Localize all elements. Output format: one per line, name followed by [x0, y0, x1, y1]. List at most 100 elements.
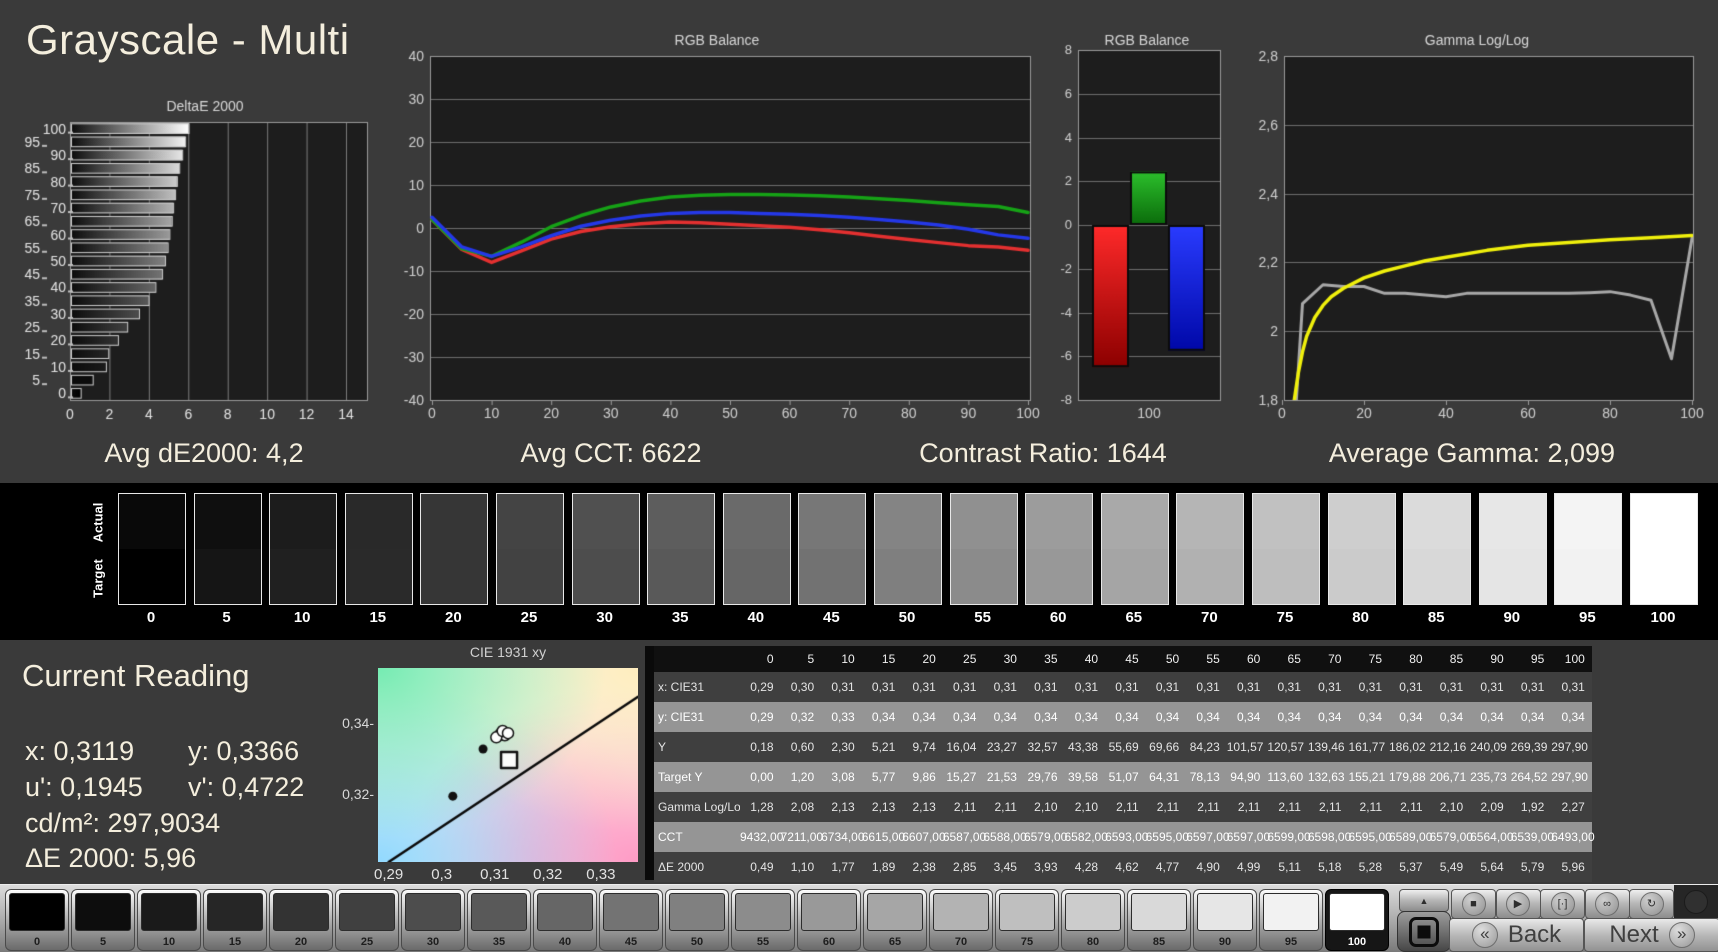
table-cell: 0,18 [750, 740, 774, 754]
gray-patch-button-80[interactable]: 80 [1061, 889, 1125, 951]
table-cell: 5,79 [1520, 860, 1545, 874]
patch-label: 90 [1218, 936, 1232, 948]
table-cell: 6593,00 [1105, 830, 1149, 844]
patch-label: 65 [888, 936, 902, 948]
patch-label: 70 [954, 936, 968, 948]
swatch-level-label: 10 [293, 609, 311, 626]
table-cell: 0,31 [953, 680, 977, 694]
grayscale-swatch-30 [571, 493, 640, 605]
table-cell: 6579,00 [1023, 830, 1068, 844]
table-row-label: ΔE 2000 [658, 860, 705, 874]
table-cell: 161,77 [1348, 740, 1386, 754]
gray-patch-button-100[interactable]: 100 [1325, 889, 1389, 951]
table-header-row: 0 5 10 15 20 25 30 35 40 45 50 55 60 65 70 75 80 85 90 95 10… [654, 646, 1592, 672]
patch-swatch [273, 893, 329, 931]
current-reading-heading: Current Reading [22, 658, 250, 693]
table-cell: 6607,00 [902, 830, 946, 844]
swatch-level-label: 100 [1650, 609, 1676, 626]
table-cell: 2,27 [1561, 800, 1585, 814]
target-label: Target [90, 559, 106, 598]
table-cell: 0,34 [1520, 710, 1545, 724]
swatch-level-label: 75 [1276, 609, 1294, 626]
continuous-measure-button[interactable]: ∞ [1584, 889, 1630, 919]
table-cell: 3,93 [1034, 860, 1058, 874]
table-cell: 139,46 [1307, 740, 1345, 754]
table-cell: 0,31 [1439, 680, 1464, 694]
gray-patch-button-45[interactable]: 45 [599, 889, 663, 951]
gray-patch-button-10[interactable]: 10 [137, 889, 201, 951]
swatch-level-label: 0 [146, 609, 156, 626]
rgb-balance-line-chart [380, 28, 1040, 428]
table-cell: 2,13 [831, 800, 855, 814]
table-cell: 0,60 [790, 740, 815, 754]
table-cell: 5,18 [1318, 860, 1342, 874]
table-cell: 0,31 [1318, 680, 1342, 694]
patch-swatch [801, 893, 857, 931]
next-chevron-icon: » [1668, 922, 1695, 948]
table-cell: 6599,00 [1267, 830, 1311, 844]
table-cell: 84,23 [1189, 740, 1220, 754]
patch-swatch [999, 893, 1055, 931]
gray-patch-button-5[interactable]: 5 [71, 889, 135, 951]
back-button[interactable]: « Back [1449, 918, 1584, 952]
patch-swatch [75, 893, 131, 931]
gray-patch-button-25[interactable]: 25 [335, 889, 399, 951]
gray-patch-button-50[interactable]: 50 [665, 889, 729, 951]
next-button[interactable]: Next » [1584, 918, 1718, 952]
table-cell: 2,10 [1034, 800, 1058, 814]
grayscale-swatch-10 [269, 493, 338, 605]
swatch-level-label: 20 [445, 609, 462, 626]
table-row: Gamma Log/Log 1,28 2,08 2,13 2,13 2,13 2,11 2,1… [654, 792, 1592, 822]
swatch-level-label: 60 [1049, 609, 1067, 626]
table-cell: 120,57 [1267, 740, 1305, 754]
table-cell: 2,11 [1318, 800, 1342, 814]
table-row: CCT 9432,00 7211,00 6734,00 6615,00 6607,00 65… [654, 822, 1595, 852]
cie-x-tick: 0,3 [431, 866, 453, 883]
loop-button[interactable]: ↻ [1629, 889, 1674, 919]
table-cell: 6597,00 [1226, 830, 1271, 844]
gray-patch-button-85[interactable]: 85 [1127, 889, 1191, 951]
gray-patch-button-70[interactable]: 70 [929, 889, 993, 951]
gray-patch-button-75[interactable]: 75 [995, 889, 1059, 951]
swatch-level-label: 35 [671, 609, 689, 626]
gray-patch-button-65[interactable]: 65 [863, 889, 927, 951]
gray-patch-button-35[interactable]: 35 [467, 889, 531, 951]
table-cell: 2,11 [1156, 800, 1180, 814]
table-cell: 5,77 [871, 770, 896, 784]
reading-u-prime: u': 0,1945 [25, 772, 143, 802]
table-cell: 0,00 [750, 770, 774, 784]
table-cell: 0,34 [953, 710, 977, 724]
gray-patch-button-0[interactable]: 0 [5, 889, 69, 951]
table-cell: 29,76 [1027, 770, 1058, 784]
table-cell: 0,34 [1561, 710, 1585, 724]
grayscale-swatch-35 [647, 493, 716, 605]
swatch-level-label: 25 [520, 609, 538, 626]
gray-patch-button-55[interactable]: 55 [731, 889, 795, 951]
table-column-header: 50 [1165, 652, 1180, 666]
table-cell: 132,63 [1307, 770, 1345, 784]
stop-button[interactable]: ■ [1451, 889, 1496, 919]
gray-patch-button-60[interactable]: 60 [797, 889, 861, 951]
gray-patch-button-40[interactable]: 40 [533, 889, 597, 951]
grayscale-swatch-50 [874, 493, 942, 605]
level-up-button[interactable]: ▲ [1399, 889, 1449, 912]
gray-patch-button-15[interactable]: 15 [203, 889, 267, 951]
status-panel [1674, 885, 1718, 918]
gray-patch-button-30[interactable]: 30 [401, 889, 465, 951]
pattern-window-button[interactable] [1397, 911, 1451, 952]
table-cell: 101,57 [1226, 740, 1264, 754]
gray-patch-button-90[interactable]: 90 [1193, 889, 1257, 951]
table-cell: 0,34 [993, 710, 1017, 724]
table-cell: 0,31 [993, 680, 1017, 694]
single-measure-button[interactable]: [·] [1540, 889, 1585, 919]
play-button[interactable]: ▶ [1495, 889, 1541, 919]
gray-patch-button-20[interactable]: 20 [269, 889, 333, 951]
table-row-label: Gamma Log/Log [658, 800, 740, 814]
gray-patch-button-95[interactable]: 95 [1259, 889, 1323, 951]
table-cell: 0,31 [831, 680, 855, 694]
table-cell: 3,45 [993, 860, 1017, 874]
table-cell: 5,21 [871, 740, 896, 754]
table-cell: 2,10 [1439, 800, 1464, 814]
continuous-measure-icon: ∞ [1595, 892, 1619, 916]
patch-label: 95 [1284, 936, 1298, 948]
